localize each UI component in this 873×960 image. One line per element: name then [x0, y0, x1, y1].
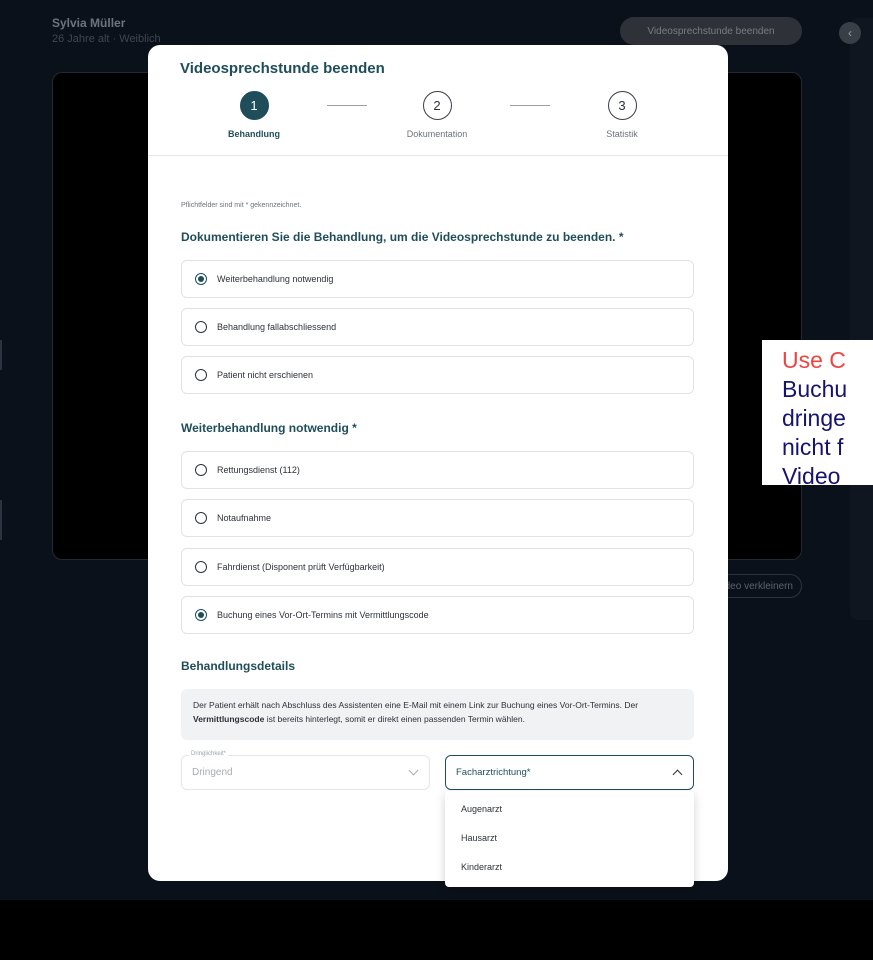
step-label: Statistik [606, 129, 638, 139]
end-consultation-modal: Videosprechstunde beenden 1 Behandlung 2… [148, 45, 728, 887]
radio-unchecked-icon [195, 512, 207, 524]
section-title-details: Behandlungsdetails [181, 659, 296, 673]
chevron-left-icon[interactable]: ‹ [839, 22, 861, 44]
info-text: Der Patient erhält nach Abschluss des As… [193, 700, 639, 710]
radio-label: Patient nicht erschienen [217, 370, 314, 380]
step-label: Behandlung [228, 129, 280, 139]
urgency-select: Dringlichkeit* Dringend [181, 751, 430, 790]
info-box: Der Patient erhält nach Abschluss des As… [181, 689, 694, 740]
end-video-consultation-button[interactable]: Videosprechstunde beenden [620, 17, 802, 45]
urgency-value: Dringend [192, 767, 233, 778]
overlay-line: Buchu [782, 376, 848, 402]
step-number: 2 [422, 91, 452, 120]
chevron-up-icon[interactable] [672, 769, 683, 780]
radio-rettungsdienst[interactable]: Rettungsdienst (112) [181, 451, 694, 489]
bottom-bar [0, 900, 873, 960]
radio-fallabschliessend[interactable]: Behandlung fallabschliessend [181, 308, 694, 346]
step-behandlung[interactable]: 1 Behandlung [194, 91, 314, 139]
dropdown-item-kinderarzt[interactable]: Kinderarzt [445, 853, 694, 882]
overlay-annotation: Use C Buchu dringe nicht f Video [762, 340, 873, 485]
urgency-label: Dringlichkeit* [189, 751, 229, 757]
radio-label: Buchung eines Vor-Ort-Termins mit Vermit… [217, 610, 429, 620]
radio-notaufnahme[interactable]: Notaufnahme [181, 499, 694, 537]
patient-name: Sylvia Müller [52, 16, 126, 30]
section-title-followup: Weiterbehandlung notwendig * [181, 421, 357, 435]
step-dokumentation[interactable]: 2 Dokumentation [377, 91, 497, 139]
edge-mark [0, 340, 2, 370]
specialty-placeholder: Facharztrichtung* [456, 767, 531, 778]
radio-unchecked-icon [195, 561, 207, 573]
side-panel [850, 18, 873, 620]
radio-unchecked-icon [195, 464, 207, 476]
radio-checked-icon [195, 609, 207, 621]
info-text: ist bereits hinterlegt, somit er direkt … [264, 714, 525, 724]
stepper: 1 Behandlung 2 Dokumentation 3 Statistik [148, 91, 728, 151]
modal-title: Videosprechstunde beenden [180, 60, 385, 77]
step-label: Dokumentation [406, 129, 468, 139]
specialty-dropdown-menu: Augenarzt Hausarzt Kinderarzt [445, 791, 694, 887]
radio-fahrdienst[interactable]: Fahrdienst (Disponent prüft Verfügbarkei… [181, 548, 694, 586]
radio-label: Fahrdienst (Disponent prüft Verfügbarkei… [217, 562, 385, 572]
dropdown-item-hausarzt[interactable]: Hausarzt [445, 824, 694, 853]
step-number: 1 [239, 91, 269, 120]
radio-unchecked-icon [195, 369, 207, 381]
edge-mark [0, 500, 2, 540]
overlay-line: nicht f [782, 434, 844, 460]
overlay-line: dringe [782, 405, 846, 431]
radio-nicht-erschienen[interactable]: Patient nicht erschienen [181, 356, 694, 394]
patient-meta: 26 Jahre alt · Weiblich [52, 33, 161, 45]
overlay-line: Use C [782, 347, 846, 373]
step-number: 3 [607, 91, 637, 120]
radio-checked-icon [195, 273, 207, 285]
overlay-line: Video [782, 463, 841, 485]
info-text-bold: Vermittlungscode [193, 714, 265, 724]
radio-label: Rettungsdienst (112) [217, 465, 300, 475]
radio-unchecked-icon [195, 321, 207, 333]
required-hint: Pflichtfelder sind mit * gekennzeichnet. [181, 202, 302, 209]
radio-label: Weiterbehandlung notwendig [217, 274, 334, 284]
modal-divider [148, 155, 728, 156]
specialty-select[interactable]: Facharztrichtung* [445, 755, 694, 790]
radio-vor-ort-termin[interactable]: Buchung eines Vor-Ort-Termins mit Vermit… [181, 596, 694, 634]
step-connector [327, 105, 367, 106]
chevron-down-icon [408, 765, 419, 776]
step-statistik[interactable]: 3 Statistik [562, 91, 682, 139]
radio-weiterbehandlung[interactable]: Weiterbehandlung notwendig [181, 260, 694, 298]
section-title-documentation: Dokumentieren Sie die Behandlung, um die… [181, 230, 624, 244]
dropdown-item-augenarzt[interactable]: Augenarzt [445, 795, 694, 824]
radio-label: Notaufnahme [217, 513, 272, 523]
step-connector [510, 105, 550, 106]
radio-label: Behandlung fallabschliessend [217, 322, 337, 332]
